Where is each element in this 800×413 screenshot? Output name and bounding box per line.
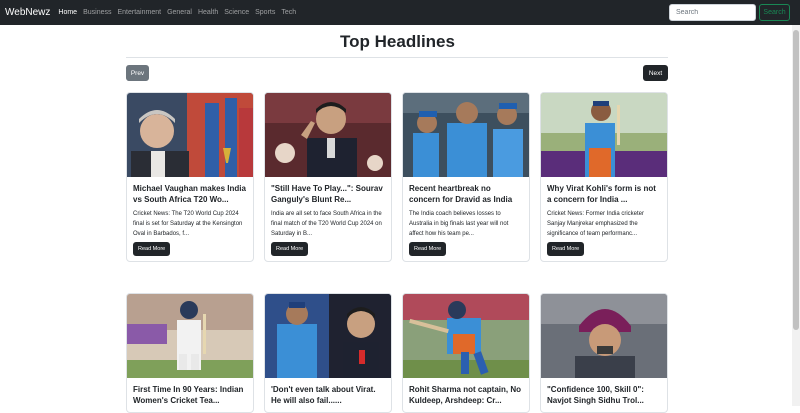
card-image[interactable] <box>541 93 667 177</box>
card-title[interactable]: Why Virat Kohli's form is not a concern … <box>547 183 661 205</box>
scrollbar-thumb[interactable] <box>793 30 799 330</box>
page-scrollbar[interactable] <box>792 25 800 406</box>
nav-link-general[interactable]: General <box>167 9 192 16</box>
card-title[interactable]: Rohit Sharma not captain, No Kuldeep, Ar… <box>409 384 523 406</box>
card-image[interactable] <box>541 294 667 378</box>
title-divider <box>126 57 668 58</box>
news-card: Michael Vaughan makes India vs South Afr… <box>126 92 254 262</box>
card-title[interactable]: Recent heartbreak no concern for Dravid … <box>409 183 523 205</box>
card-image[interactable] <box>127 93 253 177</box>
card-title[interactable]: 'Don't even talk about Virat. He will al… <box>271 384 385 406</box>
read-more-button[interactable]: Read More <box>271 242 309 256</box>
read-more-button[interactable]: Read More <box>133 242 171 256</box>
card-image[interactable] <box>265 294 391 378</box>
card-image[interactable] <box>403 93 529 177</box>
card-title[interactable]: "Confidence 100, Skill 0": Navjot Singh … <box>547 384 661 406</box>
news-card: "Still Have To Play...": Sourav Ganguly'… <box>264 92 392 262</box>
nav-link-business[interactable]: Business <box>83 9 111 16</box>
card-title[interactable]: "Still Have To Play...": Sourav Ganguly'… <box>271 183 385 205</box>
nav-link-home[interactable]: Home <box>58 9 77 16</box>
nav-link-science[interactable]: Science <box>224 9 249 16</box>
navbar: WebNewz Home Business Entertainment Gene… <box>0 0 800 25</box>
card-title[interactable]: First Time In 90 Years: Indian Women's C… <box>133 384 247 406</box>
card-description: The India coach believes losses to Austr… <box>409 211 509 237</box>
news-card: Recent heartbreak no concern for Dravid … <box>402 92 530 262</box>
card-description: Cricket News: The T20 World Cup 2024 fin… <box>133 211 243 237</box>
next-button[interactable]: Next <box>643 65 668 81</box>
card-description: Cricket News: Former India cricketer San… <box>547 211 645 237</box>
card-image[interactable] <box>265 93 391 177</box>
news-card: Why Virat Kohli's form is not a concern … <box>540 92 668 262</box>
news-card: "Confidence 100, Skill 0": Navjot Singh … <box>540 293 668 413</box>
card-description: India are all set to face South Africa i… <box>271 211 382 237</box>
news-card: 'Don't even talk about Virat. He will al… <box>264 293 392 413</box>
card-image[interactable] <box>403 294 529 378</box>
page-title: Top Headlines <box>340 32 455 51</box>
prev-button[interactable]: Prev <box>126 65 149 81</box>
nav-link-sports[interactable]: Sports <box>255 9 275 16</box>
read-more-button[interactable]: Read More <box>547 242 585 256</box>
search-input[interactable] <box>669 4 756 21</box>
nav-link-entertainment[interactable]: Entertainment <box>117 9 161 16</box>
card-title[interactable]: Michael Vaughan makes India vs South Afr… <box>133 183 247 205</box>
nav-link-tech[interactable]: Tech <box>281 9 296 16</box>
read-more-button[interactable]: Read More <box>409 242 447 256</box>
news-card: First Time In 90 Years: Indian Women's C… <box>126 293 254 413</box>
news-card: Rohit Sharma not captain, No Kuldeep, Ar… <box>402 293 530 413</box>
brand-logo[interactable]: WebNewz <box>5 7 50 18</box>
nav-link-health[interactable]: Health <box>198 9 218 16</box>
search-button[interactable]: Search <box>759 4 790 21</box>
card-image[interactable] <box>127 294 253 378</box>
